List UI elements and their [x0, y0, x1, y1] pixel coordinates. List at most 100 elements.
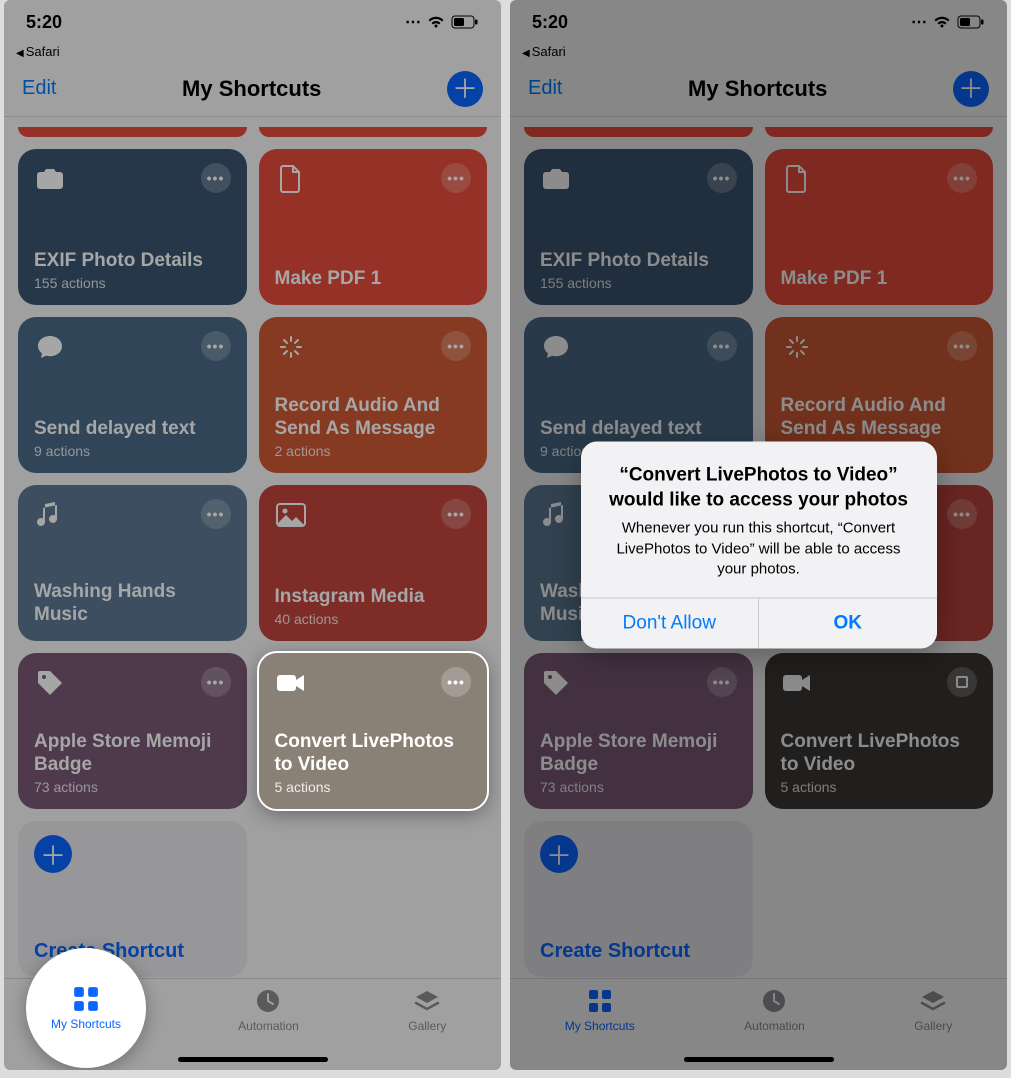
- add-shortcut-button[interactable]: ＋: [953, 71, 989, 107]
- tab-label: My Shortcuts: [565, 1019, 635, 1033]
- tab-automation[interactable]: Automation: [744, 987, 805, 1033]
- card-options-button[interactable]: •••: [947, 499, 977, 529]
- shortcut-card-exif[interactable]: ••• EXIF Photo Details 155 actions: [524, 149, 753, 305]
- card-options-button[interactable]: •••: [441, 331, 471, 361]
- card-subtitle: 155 actions: [34, 275, 231, 291]
- video-icon: [275, 667, 307, 699]
- status-indicators: ⋯: [911, 12, 985, 32]
- card-options-button[interactable]: •••: [201, 499, 231, 529]
- shortcut-card-memoji[interactable]: ••• Apple Store Memoji Badge 73 actions: [18, 653, 247, 809]
- layers-icon: [413, 987, 441, 1015]
- tab-bar: My Shortcuts Automation Gallery: [510, 978, 1007, 1070]
- chat-icon: [540, 331, 572, 363]
- card-subtitle: 5 actions: [781, 779, 978, 795]
- card-options-button[interactable]: •••: [947, 331, 977, 361]
- wifi-icon: [427, 15, 445, 29]
- tab-gallery[interactable]: Gallery: [408, 987, 446, 1033]
- card-title: Record Audio And Send As Message: [275, 395, 472, 441]
- shortcut-card-live[interactable]: Convert LivePhotos to Video 5 actions: [765, 653, 994, 809]
- shortcut-card-delay[interactable]: ••• Send delayed text 9 actions: [18, 317, 247, 473]
- create-shortcut-card[interactable]: ＋Create Shortcut: [18, 821, 247, 977]
- shortcut-card-exif[interactable]: ••• EXIF Photo Details 155 actions: [18, 149, 247, 305]
- card-title: Instagram Media: [275, 586, 472, 609]
- layers-icon: [919, 987, 947, 1015]
- card-subtitle: 5 actions: [275, 779, 472, 795]
- card-options-button[interactable]: •••: [947, 163, 977, 193]
- stop-icon[interactable]: [947, 667, 977, 697]
- card-title: EXIF Photo Details: [540, 250, 737, 273]
- grid-icon: [72, 985, 100, 1013]
- card-subtitle: 9 actions: [34, 443, 231, 459]
- create-shortcut-card[interactable]: ＋ Create Shortcut: [524, 821, 753, 977]
- tab-gallery[interactable]: Gallery: [914, 987, 952, 1033]
- shortcut-card-memoji[interactable]: •••Apple Store Memoji Badge73 actions: [524, 653, 753, 809]
- edit-button[interactable]: Edit: [528, 77, 562, 100]
- plus-icon: ＋: [34, 835, 72, 873]
- edit-button[interactable]: Edit: [22, 77, 56, 100]
- card-title: Convert LivePhotos to Video: [781, 731, 978, 777]
- shortcut-card-wash[interactable]: ••• Washing Hands Music: [18, 485, 247, 641]
- screenshot-right: 5:20 ⋯ Safari Edit My Shortcuts ＋ •••EXI…: [510, 0, 1007, 1070]
- back-to-app[interactable]: Safari: [510, 44, 1007, 61]
- wand-icon: [781, 331, 813, 363]
- tab-label: Automation: [744, 1019, 805, 1033]
- back-to-app[interactable]: Safari: [4, 44, 501, 61]
- camera-icon: [34, 163, 66, 195]
- card-options-button[interactable]: •••: [441, 499, 471, 529]
- alert-message: Whenever you run this shortcut, “Convert…: [601, 519, 917, 580]
- more-icon: ⋯: [911, 12, 927, 32]
- camera-icon: [540, 163, 572, 195]
- shortcut-card-live[interactable]: •••Convert LivePhotos to Video5 actions: [259, 653, 488, 809]
- plus-icon: ＋: [540, 835, 578, 873]
- partial-card: [18, 127, 247, 137]
- card-title: Washing Hands Music: [34, 581, 231, 627]
- card-title: EXIF Photo Details: [34, 250, 231, 273]
- add-shortcut-button[interactable]: ＋: [447, 71, 483, 107]
- shortcut-card-insta[interactable]: •••Instagram Media40 actions: [259, 485, 488, 641]
- card-subtitle: 73 actions: [34, 779, 231, 795]
- permission-alert: “Convert LivePhotos to Video” would like…: [581, 441, 937, 648]
- music-icon: [34, 499, 66, 531]
- tab-automation[interactable]: Automation: [238, 987, 299, 1033]
- card-options-button[interactable]: •••: [441, 667, 471, 697]
- music-icon: [540, 499, 572, 531]
- status-time: 5:20: [26, 12, 62, 33]
- card-options-button[interactable]: •••: [201, 331, 231, 361]
- card-options-button[interactable]: •••: [201, 667, 231, 697]
- clock-icon: [254, 987, 282, 1015]
- card-subtitle: 73 actions: [540, 779, 737, 795]
- status-indicators: ⋯: [405, 12, 479, 32]
- chat-icon: [34, 331, 66, 363]
- tag-icon: [540, 667, 572, 699]
- partial-card: [524, 127, 753, 137]
- tab-my-shortcuts[interactable]: My Shortcuts: [565, 987, 635, 1033]
- more-icon: ⋯: [405, 12, 421, 32]
- card-subtitle: 155 actions: [540, 275, 737, 291]
- shortcut-card-audio[interactable]: •••Record Audio And Send As Message2 act…: [259, 317, 488, 473]
- card-title: Make PDF 1: [275, 268, 472, 291]
- card-options-button[interactable]: •••: [707, 667, 737, 697]
- battery-icon: [957, 15, 985, 29]
- spotlight-label: My Shortcuts: [51, 1017, 121, 1031]
- shortcut-card-pdf[interactable]: ••• Make PDF 1: [259, 149, 488, 305]
- card-title: Apple Store Memoji Badge: [34, 731, 231, 777]
- card-title: Send delayed text: [34, 418, 231, 441]
- doc-icon: [781, 163, 813, 195]
- card-options-button[interactable]: •••: [707, 163, 737, 193]
- card-options-button[interactable]: •••: [441, 163, 471, 193]
- alert-ok-button[interactable]: OK: [758, 599, 937, 649]
- card-options-button[interactable]: •••: [201, 163, 231, 193]
- card-title: Make PDF 1: [781, 268, 978, 291]
- home-indicator[interactable]: [684, 1057, 834, 1062]
- partial-card: [259, 127, 488, 137]
- page-title: My Shortcuts: [182, 76, 321, 102]
- card-options-button[interactable]: •••: [707, 331, 737, 361]
- nav-bar: Edit My Shortcuts ＋: [4, 61, 501, 117]
- home-indicator[interactable]: [178, 1057, 328, 1062]
- tag-icon: [34, 667, 66, 699]
- grid-icon: [586, 987, 614, 1015]
- shortcut-card-pdf[interactable]: ••• Make PDF 1: [765, 149, 994, 305]
- card-title: Record Audio And Send As Message: [781, 395, 978, 441]
- alert-dont-allow-button[interactable]: Don't Allow: [581, 599, 759, 649]
- create-label: Create Shortcut: [540, 940, 737, 963]
